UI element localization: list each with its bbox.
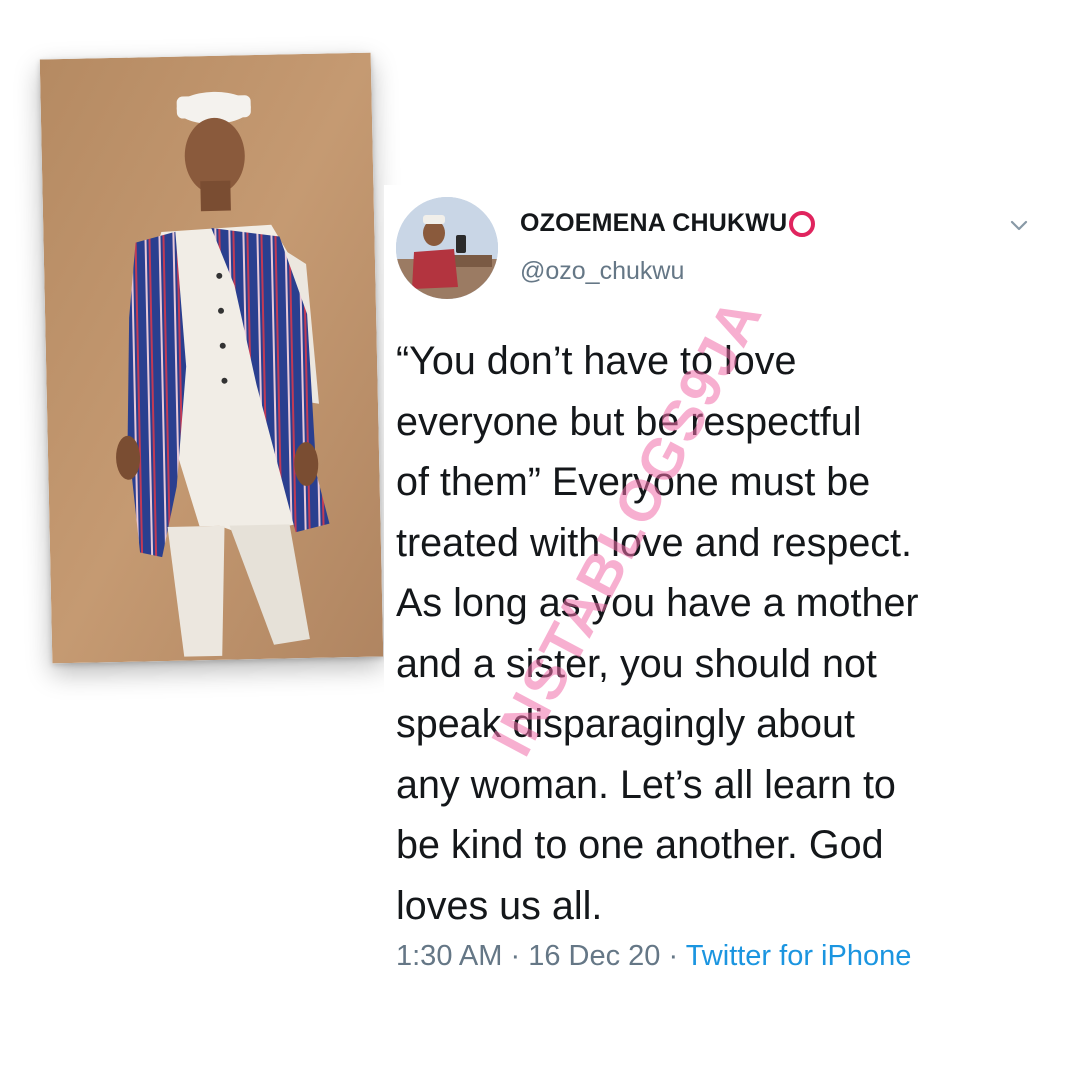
man-photo	[39, 52, 384, 664]
tweet-date[interactable]: 16 Dec 20	[528, 940, 660, 972]
tweet-source-link[interactable]: Twitter for iPhone	[686, 940, 912, 972]
tweet-card: OZOEMENA CHUKWU @ozo_chukwu “You don’t h…	[384, 185, 1044, 985]
tweet-header: OZOEMENA CHUKWU @ozo_chukwu	[384, 185, 1044, 315]
user-handle[interactable]: @ozo_chukwu	[520, 257, 684, 286]
tweet-text: “You don’t have to love everyone but be …	[396, 339, 919, 928]
photo-card	[39, 52, 384, 664]
meta-separator: ·	[510, 940, 521, 972]
display-name-row: OZOEMENA CHUKWU	[520, 209, 816, 238]
display-name[interactable]: OZOEMENA CHUKWU	[520, 209, 787, 238]
red-circle-icon	[789, 210, 816, 237]
tweet-metadata: 1:30 AM · 16 Dec 20 · Twitter for iPhone	[396, 940, 911, 973]
avatar-image	[396, 197, 498, 299]
avatar[interactable]	[396, 197, 498, 299]
chevron-down-icon[interactable]	[1006, 213, 1032, 239]
meta-separator: ·	[668, 940, 679, 972]
tweet-time[interactable]: 1:30 AM	[396, 940, 502, 972]
